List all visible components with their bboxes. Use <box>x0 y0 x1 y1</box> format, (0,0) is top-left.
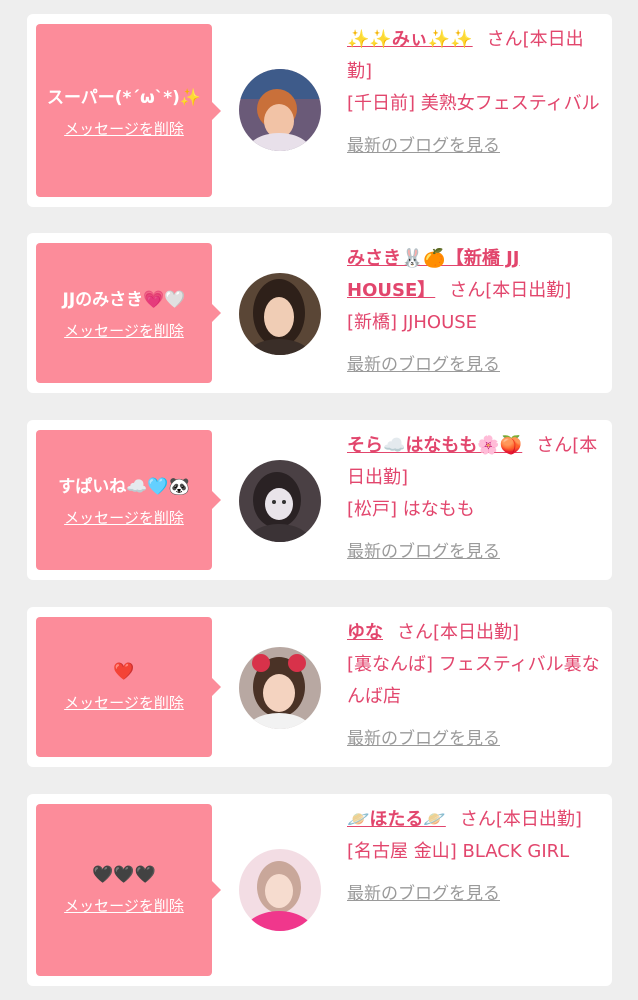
girl-info: みさき🐰🍊【新橋 JJ HOUSE】 さん[本日出勤] [新橋] JJHOUSE … <box>347 243 602 381</box>
girl-name-link[interactable]: ✨✨みぃ✨✨ <box>347 29 473 50</box>
avatar[interactable] <box>239 69 321 151</box>
delete-message-link[interactable]: メッセージを削除 <box>64 118 184 139</box>
shop-name: [裏なんば] フェスティバル裏なんば店 <box>347 654 600 707</box>
girl-name-link[interactable]: 🪐ほたる🪐 <box>347 809 446 830</box>
message-card: ❤️ メッセージを削除 ゆな さん[本日出勤] [裏なんば] フェスティバル裏なん… <box>27 607 612 767</box>
message-bubble: 🖤🖤🖤 メッセージを削除 <box>36 804 221 976</box>
avatar[interactable] <box>239 647 321 729</box>
delete-message-link[interactable]: メッセージを削除 <box>64 507 184 528</box>
message-bubble: ❤️ メッセージを削除 <box>36 617 221 757</box>
latest-blog-link[interactable]: 最新のブログを見る <box>347 878 500 910</box>
message-text: すぱいね☁️🩵🐼 <box>58 477 190 497</box>
shop-name: [松戸] はなもも <box>347 499 475 520</box>
message-text: スーパー(*´ω`*)✨ <box>46 87 202 108</box>
message-card: すぱいね☁️🩵🐼 メッセージを削除 そら☁️はなもも🌸🍑 さん[本日出勤] [松戸… <box>27 420 612 580</box>
message-card: JJのみさき💗🤍 メッセージを削除 みさき🐰🍊【新橋 JJ HOUSE】 さん[本… <box>27 233 612 393</box>
girl-info: そら☁️はなもも🌸🍑 さん[本日出勤] [松戸] はなもも 最新のブログを見る <box>347 430 602 568</box>
delete-message-link[interactable]: メッセージを削除 <box>64 692 184 713</box>
shop-name: [千日前] 美熟女フェスティバル <box>347 93 600 114</box>
message-text: 🖤🖤🖤 <box>92 864 156 885</box>
girl-status: さん[本日出勤] <box>459 809 582 830</box>
avatar[interactable] <box>239 849 321 931</box>
message-bubble: スーパー(*´ω`*)✨ メッセージを削除 <box>36 24 221 197</box>
shop-name: [名古屋 金山] BLACK GIRL <box>347 841 570 862</box>
delete-message-link[interactable]: メッセージを削除 <box>64 895 184 916</box>
message-text: ❤️ <box>113 661 135 682</box>
girl-name-link[interactable]: そら☁️はなもも🌸🍑 <box>347 435 522 456</box>
avatar[interactable] <box>239 273 321 355</box>
girl-info: ゆな さん[本日出勤] [裏なんば] フェスティバル裏なんば店 最新のブログを見る <box>347 617 602 755</box>
message-card: 🖤🖤🖤 メッセージを削除 🪐ほたる🪐 さん[本日出勤] [名古屋 金山] BLAC… <box>27 794 612 986</box>
shop-name: [新橋] JJHOUSE <box>347 312 478 333</box>
latest-blog-link[interactable]: 最新のブログを見る <box>347 536 500 568</box>
message-text: JJのみさき💗🤍 <box>62 290 186 310</box>
avatar[interactable] <box>239 460 321 542</box>
message-bubble: JJのみさき💗🤍 メッセージを削除 <box>36 243 221 383</box>
girl-status: さん[本日出勤] <box>397 622 520 643</box>
girl-status: さん[本日出勤] <box>449 280 572 301</box>
message-bubble: すぱいね☁️🩵🐼 メッセージを削除 <box>36 430 221 570</box>
girl-info: ✨✨みぃ✨✨ さん[本日出勤] [千日前] 美熟女フェスティバル 最新のブログを見… <box>347 24 602 162</box>
latest-blog-link[interactable]: 最新のブログを見る <box>347 130 500 162</box>
latest-blog-link[interactable]: 最新のブログを見る <box>347 723 500 755</box>
girl-info: 🪐ほたる🪐 さん[本日出勤] [名古屋 金山] BLACK GIRL 最新のブログ… <box>347 804 602 910</box>
delete-message-link[interactable]: メッセージを削除 <box>64 320 184 341</box>
latest-blog-link[interactable]: 最新のブログを見る <box>347 349 500 381</box>
message-card: スーパー(*´ω`*)✨ メッセージを削除 ✨✨みぃ✨✨ さん[本日出勤] [千日… <box>27 14 612 207</box>
girl-name-link[interactable]: ゆな <box>347 622 383 643</box>
